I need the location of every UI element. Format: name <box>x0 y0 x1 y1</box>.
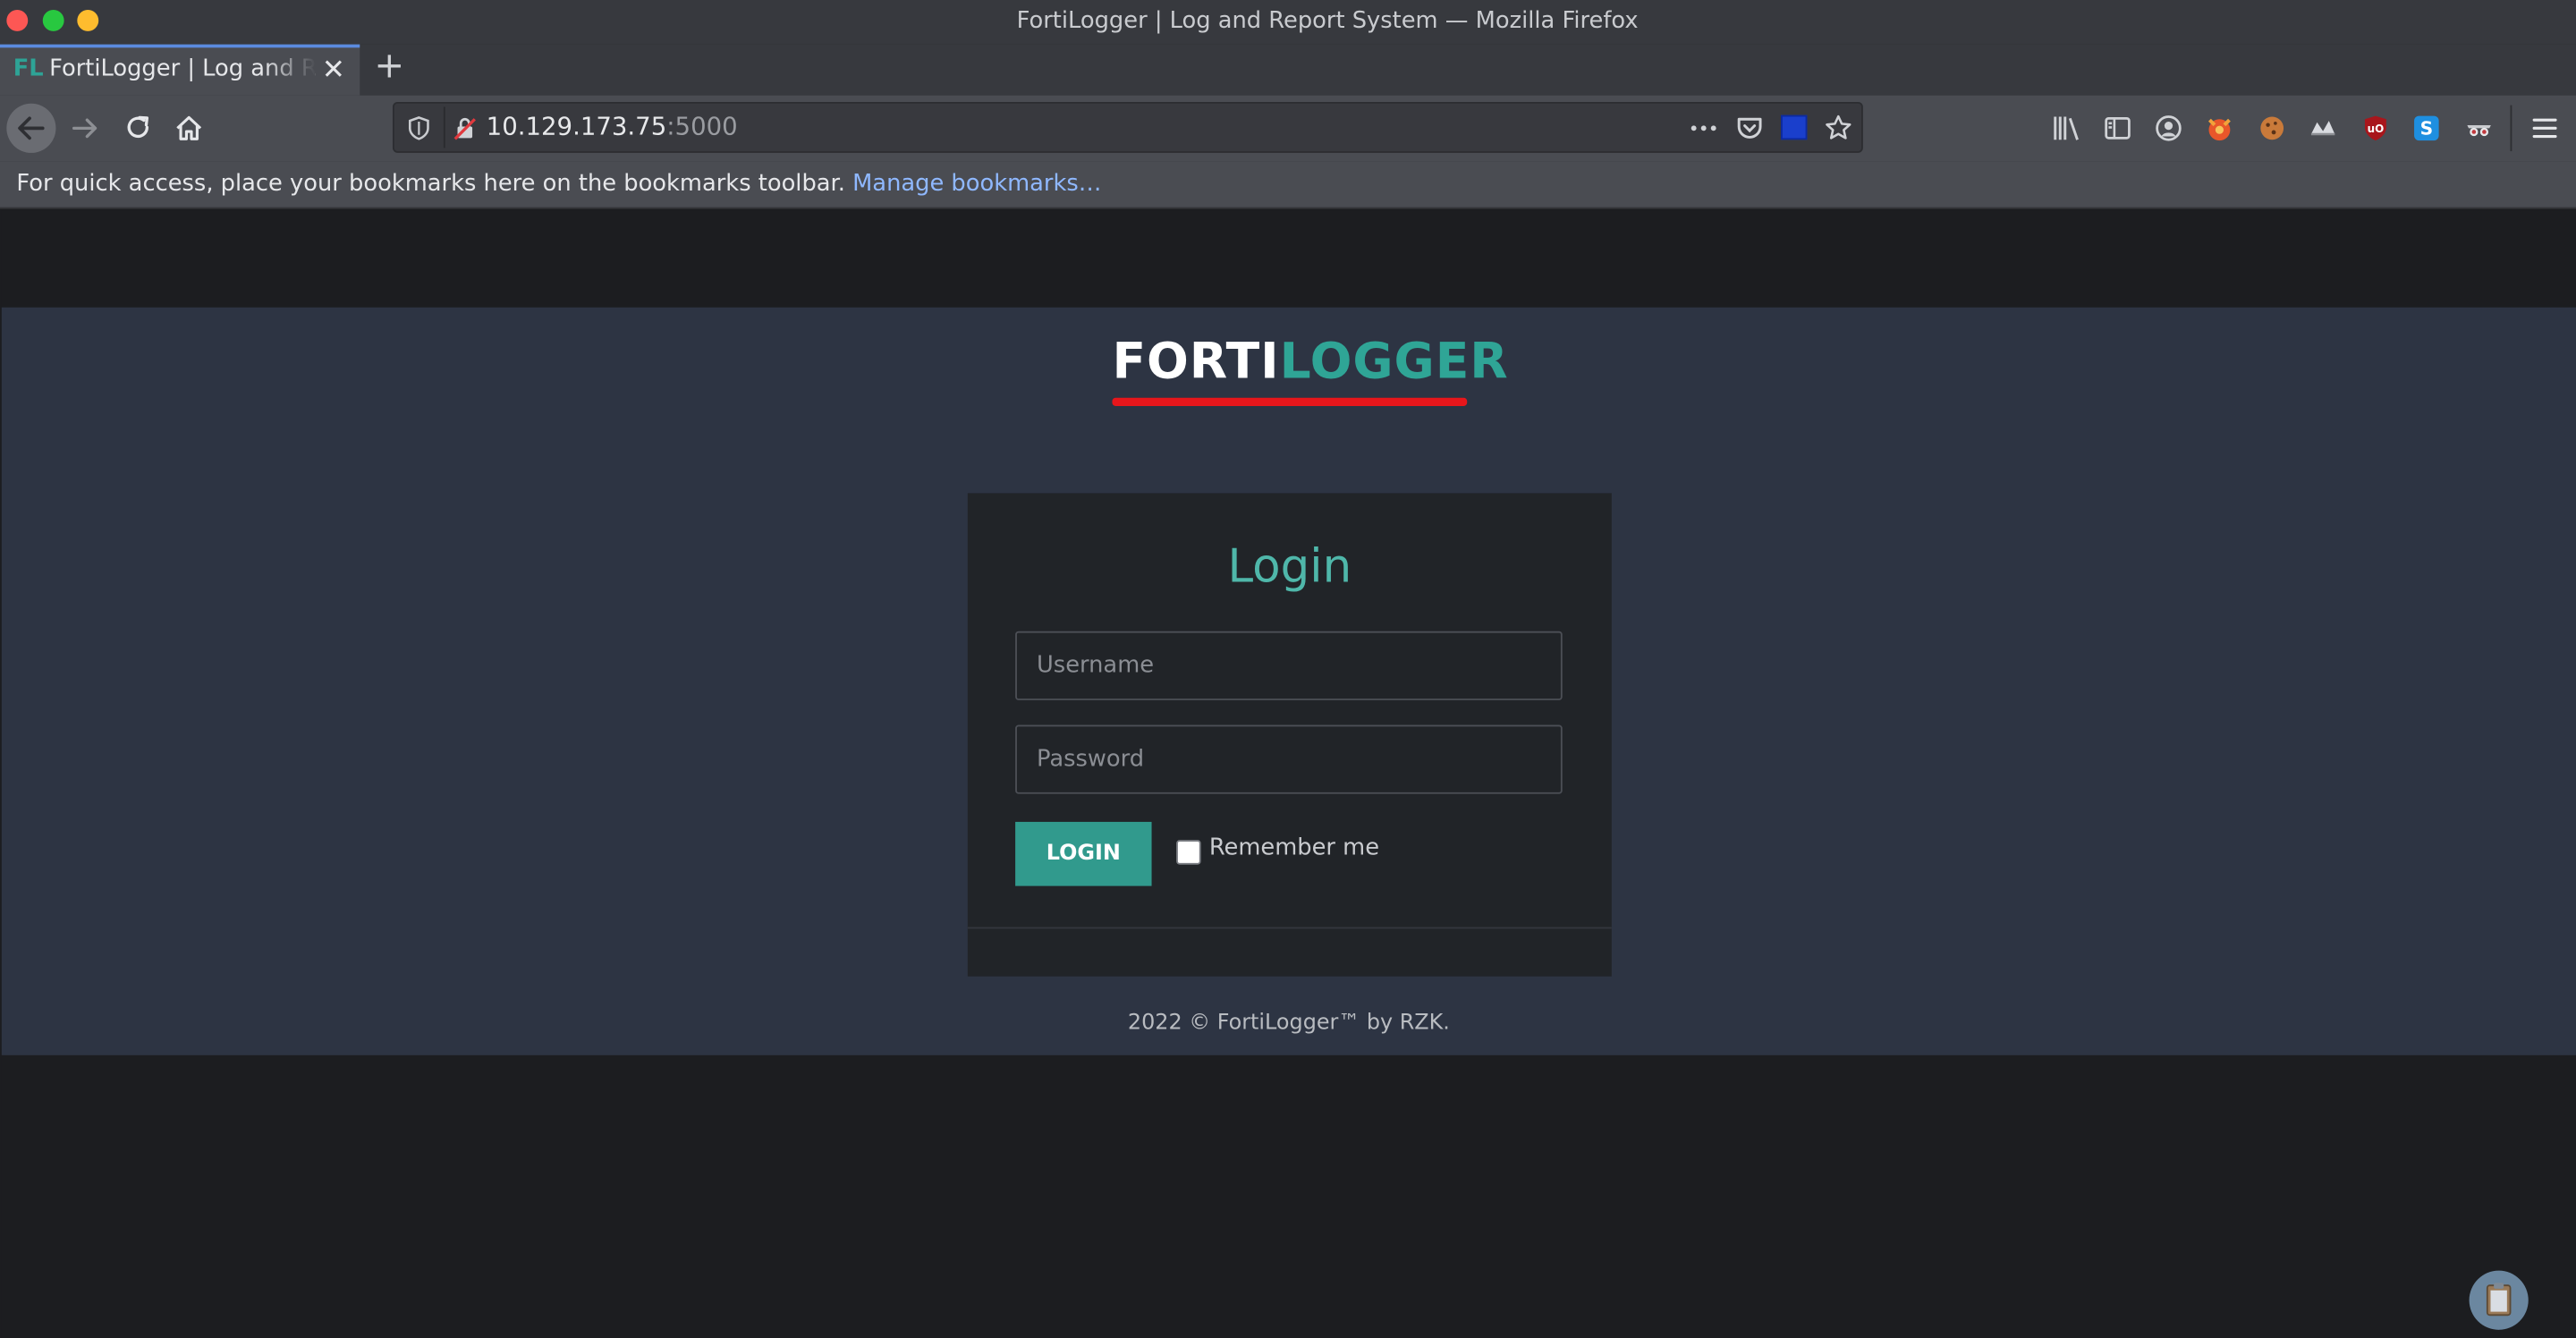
login-card-footer <box>967 927 1612 977</box>
logo-text: FORTILOGGER <box>1112 334 1509 392</box>
close-tab-icon[interactable]: ✕ <box>320 53 346 89</box>
url-bar[interactable]: 10.129.173.75:5000 <box>392 101 1863 153</box>
url-text[interactable]: 10.129.173.75:5000 <box>487 112 738 141</box>
extension-ublock-icon[interactable]: uO <box>2360 114 2390 143</box>
tab-strip: FL FortiLogger | Log and Report System ✕… <box>0 44 2576 96</box>
navigation-toolbar: 10.129.173.75:5000 uO S <box>0 95 2576 162</box>
library-icon[interactable] <box>2052 114 2081 143</box>
home-icon[interactable] <box>173 112 206 145</box>
extension-wappalyzer-icon[interactable] <box>2309 114 2338 143</box>
extension-cookie-icon[interactable] <box>2258 114 2287 143</box>
bookmarks-hint: For quick access, place your bookmarks h… <box>16 171 1102 198</box>
logo-underline <box>1112 397 1468 406</box>
tab-title-fade <box>262 52 316 92</box>
pocket-icon[interactable] <box>1735 114 1765 143</box>
remember-me-checkbox[interactable] <box>1176 840 1201 865</box>
forward-arrow-icon[interactable] <box>69 112 102 145</box>
clipboard-icon <box>2486 1283 2512 1317</box>
manage-bookmarks-link[interactable]: Manage bookmarks… <box>852 171 1101 197</box>
bookmark-star-icon[interactable] <box>1824 114 1853 143</box>
page-bottom-band <box>1 1054 2576 1338</box>
shield-icon[interactable] <box>406 115 432 141</box>
copyright-footer: 2022 © FortiLogger™ by RZK. <box>1127 1011 1450 1036</box>
insecure-lock-icon[interactable] <box>452 115 478 141</box>
back-arrow-icon <box>18 116 45 140</box>
toolbar-separator <box>2510 105 2512 152</box>
fortilogger-logo: FORTILOGGER <box>1112 334 1508 406</box>
floating-clipboard-button[interactable] <box>2469 1270 2529 1330</box>
extension-private-icon[interactable] <box>2464 114 2494 143</box>
hamburger-menu-icon[interactable] <box>2530 114 2560 143</box>
login-page-body: FORTILOGGER Login LOGIN Remember me 2022… <box>1 307 2576 1055</box>
sidebar-icon[interactable] <box>2103 114 2132 143</box>
username-input[interactable] <box>1015 631 1563 700</box>
page-viewport: FORTILOGGER Login LOGIN Remember me 2022… <box>0 210 2576 1338</box>
more-actions-icon[interactable] <box>1689 115 1718 141</box>
page-top-band <box>1 210 2576 308</box>
extension-s-icon[interactable]: S <box>2411 114 2441 143</box>
login-card: Login LOGIN Remember me <box>967 493 1612 977</box>
url-divider <box>443 106 445 148</box>
new-tab-button[interactable]: + <box>371 47 407 87</box>
password-input[interactable] <box>1015 724 1563 794</box>
login-title: Login <box>1227 538 1352 594</box>
login-button[interactable]: LOGIN <box>1015 821 1152 886</box>
account-icon[interactable] <box>2154 114 2183 143</box>
svg-text:uO: uO <box>2368 123 2385 135</box>
container-flag-icon[interactable] <box>1781 114 1808 140</box>
remember-me-label[interactable]: Remember me <box>1209 835 1379 861</box>
bookmarks-toolbar: For quick access, place your bookmarks h… <box>0 161 2576 209</box>
svg-text:S: S <box>2420 118 2434 140</box>
reload-icon[interactable] <box>122 112 155 145</box>
extension-foxyproxy-icon[interactable] <box>2205 114 2234 143</box>
window-titlebar: FortiLogger | Log and Report System — Mo… <box>0 0 2576 45</box>
back-button[interactable] <box>6 103 56 153</box>
favicon-icon: FL <box>13 55 44 82</box>
tab-fortilogger[interactable]: FL FortiLogger | Log and Report System ✕ <box>0 44 360 96</box>
window-title: FortiLogger | Log and Report System — Mo… <box>1016 8 1639 35</box>
